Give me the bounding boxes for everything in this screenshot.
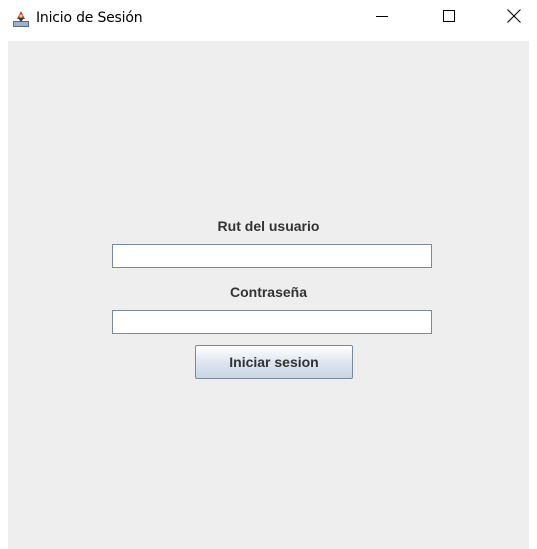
password-input[interactable] — [112, 310, 432, 334]
login-panel: Rut del usuario Contraseña Iniciar sesio… — [8, 41, 529, 549]
user-label: Rut del usuario — [217, 218, 320, 234]
close-button[interactable] — [491, 0, 537, 36]
password-label: Contraseña — [229, 284, 308, 300]
login-window: Inicio de Sesión Rut del usuario Contras… — [0, 0, 537, 549]
window-title: Inicio de Sesión — [36, 10, 143, 26]
minimize-button[interactable] — [359, 0, 405, 36]
java-app-icon — [12, 10, 30, 28]
close-icon — [507, 8, 521, 28]
login-button[interactable]: Iniciar sesion — [195, 345, 353, 379]
maximize-button[interactable] — [426, 0, 472, 36]
minimize-icon — [376, 9, 388, 27]
title-bar[interactable]: Inicio de Sesión — [0, 0, 537, 40]
maximize-icon — [443, 9, 455, 27]
user-rut-input[interactable] — [112, 244, 432, 268]
